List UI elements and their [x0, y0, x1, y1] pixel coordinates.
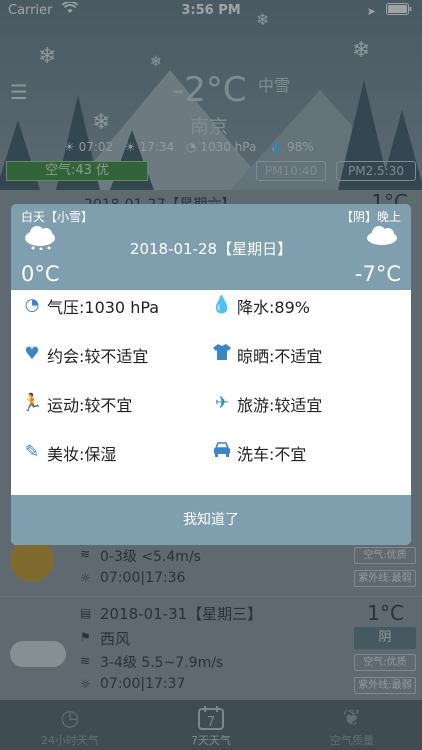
- item-label: 约会:较不适宜: [47, 347, 149, 366]
- gauge-icon: ◔: [24, 295, 40, 315]
- confirm-button[interactable]: 我知道了: [11, 495, 411, 545]
- car-icon: [211, 442, 233, 464]
- item-label: 旅游:较适宜: [237, 396, 323, 415]
- item-label: 运动:较不宜: [47, 396, 133, 415]
- shirt-icon: [211, 344, 233, 366]
- day-detail-dialog: 白天【小雪】 【阴】晚上 2018-01-28【星期日】 0°C -7°C ◔ 气…: [11, 204, 411, 545]
- dialog-details: ◔ 气压:1030 hPa 💧 降水:89% ♥ 约会:较不适宜 晾晒:不适宜 🏃 运动…: [11, 290, 411, 495]
- sport-item: 🏃 运动:较不宜: [21, 392, 211, 416]
- airplane-icon: ✈: [214, 393, 230, 413]
- pressure-item: ◔ 气压:1030 hPa: [21, 294, 211, 318]
- day-weather-label: 白天【小雪】: [21, 210, 94, 224]
- droplets-icon: 💧: [211, 295, 233, 315]
- travel-item: ✈ 旅游:较适宜: [211, 392, 401, 416]
- running-icon: 🏃: [21, 393, 43, 413]
- item-label: 美妆:保湿: [47, 445, 117, 464]
- night-weather-label: 【阴】晚上: [340, 210, 401, 224]
- item-label: 洗车:不宜: [237, 445, 307, 464]
- drying-item: 晾晒:不适宜: [211, 343, 401, 367]
- precipitation-item: 💧 降水:89%: [211, 294, 401, 318]
- dialog-header: 白天【小雪】 【阴】晚上 2018-01-28【星期日】 0°C -7°C: [11, 204, 411, 290]
- low-temperature: -7°C: [354, 262, 401, 286]
- high-temperature: 0°C: [21, 262, 60, 286]
- item-label: 降水:89%: [237, 298, 310, 317]
- carwash-item: 洗车:不宜: [211, 441, 401, 465]
- item-label: 气压:1030 hPa: [47, 298, 160, 317]
- makeup-item: ✎ 美妆:保湿: [21, 441, 211, 465]
- lipstick-icon: ✎: [24, 442, 40, 462]
- dating-item: ♥ 约会:较不适宜: [21, 343, 211, 367]
- item-label: 晾晒:不适宜: [237, 347, 323, 366]
- dialog-date: 2018-01-28【星期日】: [129, 240, 293, 258]
- heart-icon: ♥: [24, 344, 40, 364]
